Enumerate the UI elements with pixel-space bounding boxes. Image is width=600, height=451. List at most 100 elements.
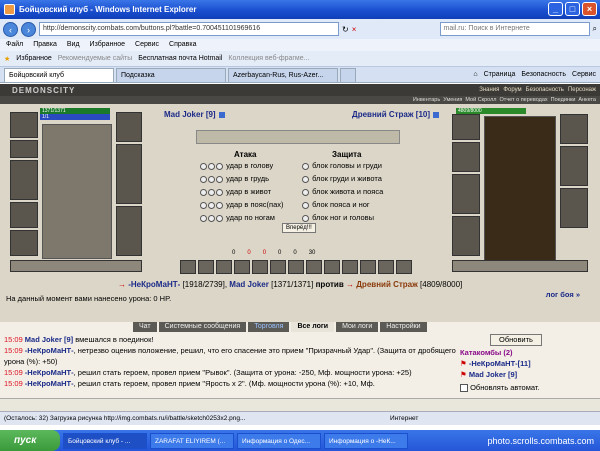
belt-slot[interactable] [10,230,38,256]
game-menu-character[interactable]: Персонаж [568,87,596,93]
search-icon[interactable]: ⌕ [593,24,597,34]
boots-slot[interactable] [116,206,142,256]
weapon-slot[interactable] [10,160,38,200]
refresh-button[interactable]: Обновить [490,334,542,346]
bracer-slot[interactable] [10,140,38,158]
defense-option-chest-stomach[interactable]: блок груди и живота [302,173,382,185]
tab-azerbaycan[interactable]: Azerbaycan-Rus, Rus-Azer... [228,68,338,82]
belt-slot-5[interactable] [252,260,268,274]
tab-all-logs[interactable]: Все логи [291,322,335,332]
taskbar-item-info-odes[interactable]: Информация о Одес... [237,432,321,449]
belt-slot-1[interactable] [180,260,196,274]
belt-slot-10[interactable] [342,260,358,274]
menu-file[interactable]: Файл [6,39,23,51]
start-button[interactable]: пуск [0,430,60,451]
menu-tools[interactable]: Сервис [135,39,159,51]
tab-chat[interactable]: Чат [133,322,157,332]
taskbar-item-fight-club[interactable]: Бойцовский клуб - ... [63,432,147,449]
attack-option-belt[interactable]: удар в пояс(пах) [200,199,284,211]
fav-link-suggested[interactable]: Рекомендуемые сайты [58,55,132,62]
info-icon[interactable] [433,111,440,118]
favorites-button[interactable]: Избранное [16,55,51,62]
star-icon[interactable]: ★ [4,55,10,63]
defense-option-stomach-belt[interactable]: блок живота и пояса [302,186,383,198]
belt-slot-13[interactable] [396,260,412,274]
game-menu-transfers[interactable]: Отчет о переводах [500,96,548,104]
fav-link-hotmail[interactable]: Бесплатная почта Hotmail [138,55,222,62]
ring-slot[interactable] [116,112,142,142]
tab-fight-club[interactable]: Бойцовский клуб [4,68,114,82]
refresh-icon[interactable]: ↻ [342,25,349,34]
fav-link-webslices[interactable]: Коллекция веб-фрагме... [228,55,309,62]
belt-slot-4[interactable] [234,260,250,274]
attack-option-chest[interactable]: удар в грудь [200,173,269,185]
tool-page[interactable]: Страница [484,68,516,82]
back-icon[interactable]: ‹ [3,21,18,37]
attack-option-stomach[interactable]: удар в живот [200,186,271,198]
menu-help[interactable]: Справка [169,39,196,51]
belt-slot-9[interactable] [324,260,340,274]
belt-slot-12[interactable] [378,260,394,274]
menu-view[interactable]: Вид [67,39,80,51]
enemy-shield-slot[interactable] [560,146,588,186]
attack-option-legs[interactable]: удар по ногам [200,212,275,224]
url-field[interactable]: http://demonscity.combats.com/buttons.pl… [39,22,339,36]
taskbar-item-info-nek[interactable]: Информация о -НеК... [324,432,408,449]
game-menu-fights[interactable]: Поединки [551,96,576,104]
enemy-bracer-slot[interactable] [452,142,480,172]
game-menu-profile[interactable]: Анкета [578,96,596,104]
enemy-ring-slot[interactable] [560,114,588,144]
versus-player-3[interactable]: Древний Страж [356,280,418,289]
belt-slot-7[interactable] [288,260,304,274]
auto-refresh-checkbox[interactable]: Обновлять автомат. [460,383,540,393]
enemy-helmet-slot[interactable] [452,114,480,140]
versus-player-1[interactable]: -НеКроМаНТ- [128,280,180,289]
shield-slot[interactable] [116,144,142,204]
tab-my-logs[interactable]: Мои логи [336,322,379,332]
forward-icon[interactable]: › [21,21,36,37]
tool-security[interactable]: Безопасность [521,68,566,82]
game-menu-scroll[interactable]: Мой Скролл [465,96,496,104]
tab-new[interactable] [340,68,356,82]
armor-slot[interactable] [10,202,38,228]
minimize-button[interactable]: _ [548,2,563,16]
defense-option-belt-legs[interactable]: блок пояса и ног [302,199,370,211]
online-user[interactable]: ⚑ Mad Joker [9] [460,370,517,379]
close-button[interactable]: × [582,2,597,16]
belt-slot-3[interactable] [216,260,232,274]
belt-slot-8[interactable] [306,260,322,274]
menu-edit[interactable]: Правка [33,39,57,51]
game-menu-security[interactable]: Безопасность [526,87,564,93]
versus-player-2[interactable]: Mad Joker [229,280,269,289]
maximize-button[interactable]: □ [565,2,580,16]
attack-option-head[interactable]: удар в голову [200,160,273,172]
enemy-weapon-slot[interactable] [452,174,480,214]
tab-settings[interactable]: Настройки [380,322,427,332]
right-player-name[interactable]: Древний Страж [10] [352,110,440,119]
enemy-armor-slot[interactable] [452,216,480,256]
stop-icon[interactable]: × [352,25,357,34]
search-input[interactable]: mail.ru: Поиск в Интернете [439,22,590,36]
enemy-boots-slot[interactable] [560,188,588,228]
game-menu-skills[interactable]: Умения [443,96,462,104]
forward-button[interactable]: Вперёд!!! [282,223,316,233]
belt-slot-2[interactable] [198,260,214,274]
belt-slot-6[interactable] [270,260,286,274]
belt-slot-11[interactable] [360,260,376,274]
online-user[interactable]: ⚑ -НеКроМаНТ-[11] [460,359,531,368]
menu-favorites[interactable]: Избранное [90,39,125,51]
info-icon[interactable] [218,111,225,118]
left-player-name[interactable]: Mad Joker [9] [164,110,225,119]
tab-system[interactable]: Системные сообщения [158,322,247,332]
game-menu-forum[interactable]: Форум [503,87,521,93]
tab-trade[interactable]: Торговля [248,322,290,332]
helmet-slot[interactable] [10,112,38,138]
tab-hint[interactable]: Подсказка [116,68,226,82]
home-icon[interactable]: ⌂ [473,68,477,82]
battle-log-link[interactable]: лог боя » [546,290,580,299]
game-menu-inventory[interactable]: Инвентарь [413,96,440,104]
tool-service[interactable]: Сервис [572,68,596,82]
taskbar-item-zarafat[interactable]: ZARAFAT ELIYIREM (... [150,432,234,449]
defense-option-head-chest[interactable]: блок головы и груди [302,160,382,172]
game-menu-knowledge[interactable]: Знания [479,87,499,93]
